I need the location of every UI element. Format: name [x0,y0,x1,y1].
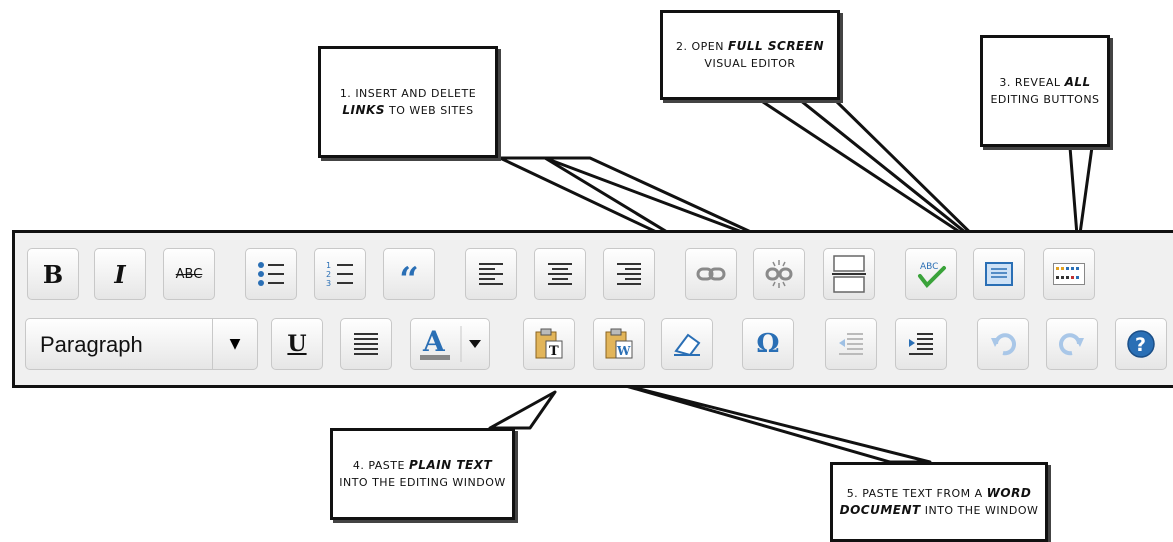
format-select-value: Paragraph [40,332,143,357]
kitchen-sink-button[interactable] [1043,248,1095,300]
redo-icon [1059,333,1084,356]
underline-icon: U [287,331,307,357]
italic-icon: I [114,259,126,289]
svg-text:3: 3 [326,279,331,288]
blockquote-icon: “ [399,260,419,300]
strikethrough-button[interactable]: ABC [163,248,215,300]
italic-button[interactable]: I [94,248,146,300]
callout-links: 1. INSERT AND DELETE LINKS TO WEB SITES [318,46,498,158]
outdent-button[interactable] [825,318,877,370]
paste-from-word-button[interactable]: W [593,318,645,370]
bold-button[interactable]: B [27,248,79,300]
kitchen-sink-icon [1053,263,1085,285]
underline-button[interactable]: U [271,318,323,370]
remove-link-button[interactable] [753,248,805,300]
more-tag-icon [832,255,866,293]
clear-formatting-button[interactable] [661,318,713,370]
svg-text:2: 2 [326,270,331,279]
spellcheck-icon: ABC [918,262,946,289]
paste-plain-text-button[interactable]: T [523,318,575,370]
text-color-button[interactable]: A [410,318,490,370]
svg-text:A: A [422,326,446,358]
undo-button[interactable] [977,318,1029,370]
justify-button[interactable] [340,318,392,370]
eraser-icon [674,333,701,357]
unlink-icon [765,260,793,288]
paste-word-icon: W [605,328,633,359]
link-icon [696,267,726,281]
align-left-icon [479,263,503,285]
callout-fullscreen: 2. OPEN FULL SCREEN VISUAL EDITOR [660,10,840,100]
bullet-list-button[interactable] [245,248,297,300]
svg-text:W: W [616,344,631,358]
help-button[interactable]: ? [1115,318,1167,370]
bullet-list-icon [258,262,284,286]
fullscreen-icon [985,262,1013,286]
insert-link-button[interactable] [685,248,737,300]
indent-icon [909,333,933,355]
paste-text-icon: T [535,328,563,359]
numbered-list-button[interactable]: 123 [314,248,366,300]
svg-text:ABC: ABC [920,262,938,272]
outdent-icon [839,333,863,355]
spellcheck-button[interactable]: ABC [905,248,957,300]
strikethrough-icon: ABC [175,266,203,282]
align-center-icon [548,263,572,285]
text-color-icon: A [420,326,481,362]
undo-icon [991,333,1016,356]
chevron-down-icon: ▼ [212,319,257,369]
fullscreen-button[interactable] [973,248,1025,300]
numbered-list-icon: 123 [326,261,353,288]
bold-icon: B [42,259,64,289]
svg-text:1: 1 [326,261,331,270]
insert-more-tag-button[interactable] [823,248,875,300]
omega-icon: Ω [756,329,780,359]
align-left-button[interactable] [465,248,517,300]
blockquote-button[interactable]: “ [383,248,435,300]
justify-icon [354,333,378,355]
indent-button[interactable] [895,318,947,370]
svg-text:?: ? [1135,334,1146,356]
align-center-button[interactable] [534,248,586,300]
callout-paste-from-word: 5. PASTE TEXT FROM A WORD DOCUMENT INTO … [830,462,1048,542]
svg-text:T: T [549,344,559,359]
callout-kitchen-sink: 3. REVEAL ALL EDITING BUTTONS [980,35,1110,147]
redo-button[interactable] [1046,318,1098,370]
align-right-button[interactable] [603,248,655,300]
editor-toolbar: B I ABC 123 “ ABC Paragraph ▼ U A T W Ω … [12,230,1173,388]
special-character-button[interactable]: Ω [742,318,794,370]
align-right-icon [617,263,641,285]
format-select[interactable]: Paragraph ▼ [25,318,258,370]
callout-paste-plain-text: 4. PASTE PLAIN TEXT INTO THE EDITING WIN… [330,428,515,520]
help-icon: ? [1127,330,1155,358]
